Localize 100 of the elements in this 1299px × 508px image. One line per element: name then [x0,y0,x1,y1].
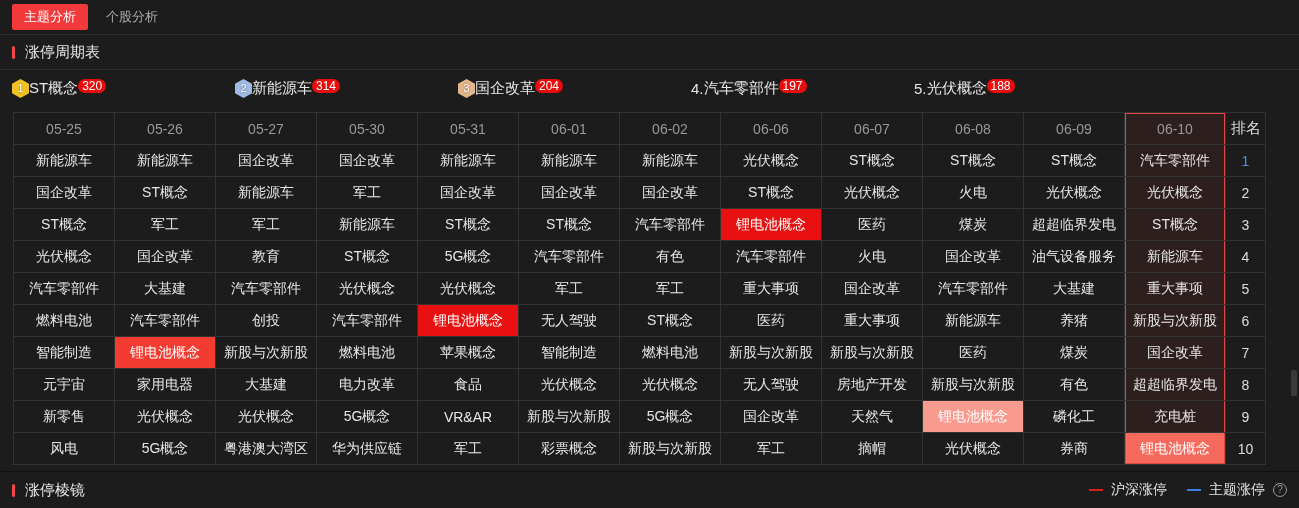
scrollbar-thumb[interactable] [1291,370,1297,396]
count-badge: 204 [535,78,564,93]
table-cell: 创投 [216,305,317,337]
table-cell: 光伏概念 [115,401,216,433]
medal-icon: 2 [235,78,252,98]
table-cell: 5G概念 [317,401,418,433]
table-cell: 光伏概念 [1125,177,1226,209]
section-title: 涨停棱镜 [25,480,85,500]
table-cell: 新股与次新股 [216,337,317,369]
table-cell: 汽车零部件 [923,273,1024,305]
table-cell: 光伏概念 [519,369,620,401]
date-header[interactable]: 06-02 [620,113,721,145]
table-cell: 汽车零部件 [14,273,115,305]
table-cell: 重大事项 [1125,273,1226,305]
table-cell: 军工 [216,209,317,241]
table-cell: 智能制造 [519,337,620,369]
legend-label: 沪深涨停 [1111,481,1167,499]
table-cell: 5G概念 [418,241,519,273]
table-cell: 新能源车 [923,305,1024,337]
date-header[interactable]: 05-27 [216,113,317,145]
table-cell: 汽车零部件 [519,241,620,273]
table-cell: 光伏概念 [721,145,822,177]
table-cell: ST概念 [317,241,418,273]
table-cell: ST概念 [1125,209,1226,241]
section-title: 涨停周期表 [25,42,100,62]
rank-header: 排名 [1226,113,1266,145]
rank-number: 4. [691,79,704,97]
table-cell: 国企改革 [317,145,418,177]
table-cell: 大基建 [115,273,216,305]
table-cell: 军工 [418,433,519,465]
rank-number: 5. [914,79,927,97]
table-cell: 有色 [620,241,721,273]
table-cell: 军工 [115,209,216,241]
table-cell: 重大事项 [822,305,923,337]
table-cell: 光伏概念 [14,241,115,273]
table-cell: 家用电器 [115,369,216,401]
tab[interactable]: 个股分析 [94,4,170,30]
table-cell: 苹果概念 [418,337,519,369]
table-cell: 锂电池概念 [1125,433,1226,465]
table-cell: 重大事项 [721,273,822,305]
date-header[interactable]: 05-30 [317,113,418,145]
theme-name: 国企改革 [475,78,535,98]
rank-cell: 9 [1226,401,1266,433]
table-cell: 军工 [519,273,620,305]
table-cell: 火电 [923,177,1024,209]
table-cell: 新能源车 [216,177,317,209]
table-cell: 国企改革 [14,177,115,209]
date-header[interactable]: 06-08 [923,113,1024,145]
table-cell: 军工 [317,177,418,209]
date-header[interactable]: 05-26 [115,113,216,145]
tab[interactable]: 主题分析 [12,4,88,30]
rank-cell: 2 [1226,177,1266,209]
table-cell: 新零售 [14,401,115,433]
table-cell: 光伏概念 [620,369,721,401]
table-cell: 燃料电池 [620,337,721,369]
table-cell: ST概念 [14,209,115,241]
table-cell: ST概念 [923,145,1024,177]
table-cell: 锂电池概念 [418,305,519,337]
date-header[interactable]: 06-07 [822,113,923,145]
rank-cell: 5 [1226,273,1266,305]
table-cell: 大基建 [216,369,317,401]
table-cell: 国企改革 [822,273,923,305]
rank-cell: 4 [1226,241,1266,273]
table-cell: 光伏概念 [216,401,317,433]
table-cell: 锂电池概念 [115,337,216,369]
table-cell: 无人驾驶 [519,305,620,337]
date-header[interactable]: 06-06 [721,113,822,145]
table-cell: 国企改革 [519,177,620,209]
table-cell: 新能源车 [418,145,519,177]
table-cell: 无人驾驶 [721,369,822,401]
table-cell: 军工 [721,433,822,465]
legend-label: 主题涨停 [1209,481,1265,499]
table-cell: 摘帽 [822,433,923,465]
table-cell: 国企改革 [216,145,317,177]
rank-cell: 6 [1226,305,1266,337]
table-cell: 新股与次新股 [620,433,721,465]
rank-cell: 3 [1226,209,1266,241]
table-cell: 医药 [923,337,1024,369]
table-cell: 汽车零部件 [1125,145,1226,177]
table-cell: 新股与次新股 [519,401,620,433]
table-cell: 元宇宙 [14,369,115,401]
table-cell: 国企改革 [923,241,1024,273]
table-cell: 光伏概念 [923,433,1024,465]
table-cell: 充电桩 [1125,401,1226,433]
table-cell: 风电 [14,433,115,465]
table-cell: 国企改革 [721,401,822,433]
table-cell: 国企改革 [115,241,216,273]
date-header[interactable]: 05-25 [14,113,115,145]
date-header[interactable]: 06-01 [519,113,620,145]
medal-icon: 1 [12,78,29,98]
date-header[interactable]: 05-31 [418,113,519,145]
table-cell: 电力改革 [317,369,418,401]
section-marker [12,483,15,497]
section-marker [12,45,15,59]
date-header[interactable]: 06-10 [1125,113,1226,145]
table-cell: 新能源车 [1125,241,1226,273]
table-cell: 新能源车 [317,209,418,241]
table-cell: 华为供应链 [317,433,418,465]
table-cell: 5G概念 [620,401,721,433]
medal-icon: 3 [458,78,475,98]
